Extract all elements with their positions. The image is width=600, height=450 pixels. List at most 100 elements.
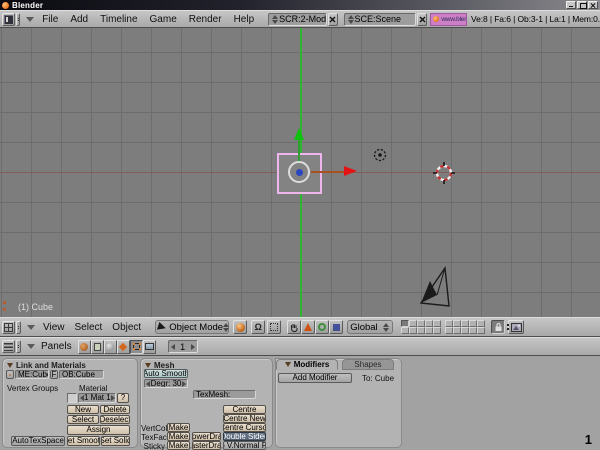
menu-select[interactable]: Select	[75, 322, 103, 333]
layer-toggle[interactable]	[445, 327, 453, 334]
manipulator-x-arrow-line[interactable]	[311, 171, 344, 173]
degr-increment-icon[interactable]	[182, 381, 186, 387]
translate-manipulator-button[interactable]	[301, 320, 315, 334]
mesh-name-field[interactable]: ME:Cube	[15, 370, 49, 379]
pivot-dropdown[interactable]: Ω	[251, 320, 265, 334]
auto-smooth-toggle[interactable]: Auto Smooth	[144, 369, 188, 378]
deselect-button[interactable]: Deselect	[100, 415, 130, 424]
frame-number-field[interactable]: 1	[168, 340, 198, 353]
layer-toggle[interactable]	[461, 327, 469, 334]
layer-toggle[interactable]	[469, 327, 477, 334]
viewport-shading-dropdown[interactable]	[233, 320, 247, 334]
scene-selector[interactable]: SCE:Scene	[344, 13, 417, 26]
window-type-dropdown[interactable]	[16, 13, 20, 26]
centre-new-button[interactable]: Centre New	[223, 414, 266, 423]
header-collapse-icon[interactable]	[27, 325, 35, 330]
snap-target-button[interactable]	[267, 320, 281, 334]
layer-toggle[interactable]	[401, 327, 409, 334]
layer-toggle[interactable]	[477, 327, 485, 334]
menu-object[interactable]: Object	[112, 322, 141, 333]
orientation-dropdown[interactable]: Global	[347, 320, 393, 334]
assign-button[interactable]: Assign	[67, 425, 130, 435]
layer-toggle[interactable]	[417, 327, 425, 334]
script-context-button[interactable]	[91, 340, 104, 354]
add-modifier-button[interactable]: Add Modifier	[278, 373, 352, 383]
camera-object[interactable]	[418, 264, 454, 310]
menu-timeline[interactable]: Timeline	[100, 14, 137, 25]
manipulator-toggle-button[interactable]	[287, 320, 301, 334]
delete-button[interactable]: Delete	[100, 405, 130, 414]
centre-button[interactable]: Centre	[223, 405, 266, 414]
texface-make-button[interactable]: Make	[167, 432, 190, 441]
select-button[interactable]: Select	[67, 415, 99, 424]
layer-toggle[interactable]	[453, 327, 461, 334]
menu-panels[interactable]: Panels	[41, 341, 72, 352]
menu-render[interactable]: Render	[189, 14, 222, 25]
scene-context-button[interactable]	[143, 340, 156, 354]
manipulator-x-arrow-head[interactable]	[344, 166, 357, 176]
tab-modifiers[interactable]: Modifiers	[276, 359, 338, 370]
sticky-make-button[interactable]: Make	[167, 441, 190, 450]
lamp-object[interactable]	[372, 147, 388, 163]
degr-decrement-icon[interactable]	[146, 381, 150, 387]
layer-toggle[interactable]	[445, 320, 453, 327]
new-button[interactable]: New	[67, 405, 99, 414]
area-split-dots[interactable]	[507, 324, 509, 332]
material-question-button[interactable]: ?	[117, 393, 129, 403]
minimize-button[interactable]	[566, 1, 576, 9]
frame-increment-icon[interactable]	[191, 344, 195, 350]
material-index-field[interactable]: 1 Mat 1	[78, 393, 116, 403]
frame-decrement-icon[interactable]	[171, 344, 175, 350]
autotexspace-toggle[interactable]: AutoTexSpace	[11, 436, 65, 446]
window-type-button[interactable]	[2, 13, 15, 26]
screen-selector[interactable]: SCR:2-Model	[268, 13, 326, 26]
layer-toggle[interactable]	[425, 320, 433, 327]
layer-toggle[interactable]	[461, 320, 469, 327]
shading-context-button[interactable]	[104, 340, 117, 354]
layer-toggle[interactable]	[433, 327, 441, 334]
header-collapse-icon[interactable]	[27, 344, 35, 349]
double-sided-toggle[interactable]: Double Sided	[223, 432, 266, 441]
menu-help[interactable]: Help	[234, 14, 255, 25]
menu-game[interactable]: Game	[150, 14, 177, 25]
vertcol-make-button[interactable]: Make	[167, 423, 190, 432]
scene-delete-button[interactable]	[417, 13, 427, 26]
layer-toggle[interactable]	[453, 320, 461, 327]
manipulator-y-arrow-head[interactable]	[294, 128, 304, 140]
layer-toggle[interactable]	[409, 320, 417, 327]
manipulator-y-arrow-line[interactable]	[298, 140, 300, 162]
screen-delete-button[interactable]	[328, 13, 338, 26]
layer-toggle[interactable]	[425, 327, 433, 334]
slowerdraw-button[interactable]: SlowerDraw	[192, 432, 221, 441]
mode-dropdown[interactable]: Object Mode	[155, 320, 229, 334]
tab-shapes[interactable]: Shapes	[342, 359, 394, 370]
fake-user-button[interactable]: F	[50, 370, 58, 379]
layer-toggle[interactable]	[401, 320, 409, 327]
menu-add[interactable]: Add	[70, 14, 88, 25]
3d-viewport[interactable]: (1) Cube	[0, 28, 600, 317]
editing-context-button[interactable]	[130, 340, 143, 354]
rotate-manipulator-button[interactable]	[315, 320, 329, 334]
viewport-type-button[interactable]	[2, 321, 15, 334]
3d-cursor[interactable]	[432, 161, 456, 185]
layer-toggle[interactable]	[477, 320, 485, 327]
set-smooth-button[interactable]: Set Smooth	[67, 436, 100, 446]
close-button[interactable]	[588, 1, 598, 9]
material-next-icon[interactable]	[111, 395, 115, 401]
maximize-button[interactable]	[577, 1, 587, 9]
header-collapse-icon[interactable]	[26, 17, 34, 22]
buttons-window-type-dropdown[interactable]	[16, 340, 21, 353]
object-context-button[interactable]	[117, 340, 130, 354]
viewport-type-dropdown[interactable]	[16, 321, 21, 334]
layer-toggle[interactable]	[409, 327, 417, 334]
layer-toggle[interactable]	[433, 320, 441, 327]
object-name-field[interactable]: OB:Cube	[59, 370, 104, 379]
scale-manipulator-button[interactable]	[329, 320, 343, 334]
menu-file[interactable]: File	[42, 14, 58, 25]
lock-layers-button[interactable]	[491, 320, 505, 334]
mesh-browse-button[interactable]: -	[6, 370, 14, 379]
layer-toggle[interactable]	[469, 320, 477, 327]
panel-header[interactable]: Link and Materials	[7, 361, 86, 370]
fasterdraw-button[interactable]: FasterDraw	[192, 441, 221, 450]
no-vnormal-flip-toggle[interactable]: No V.Normal Flip	[223, 441, 266, 450]
